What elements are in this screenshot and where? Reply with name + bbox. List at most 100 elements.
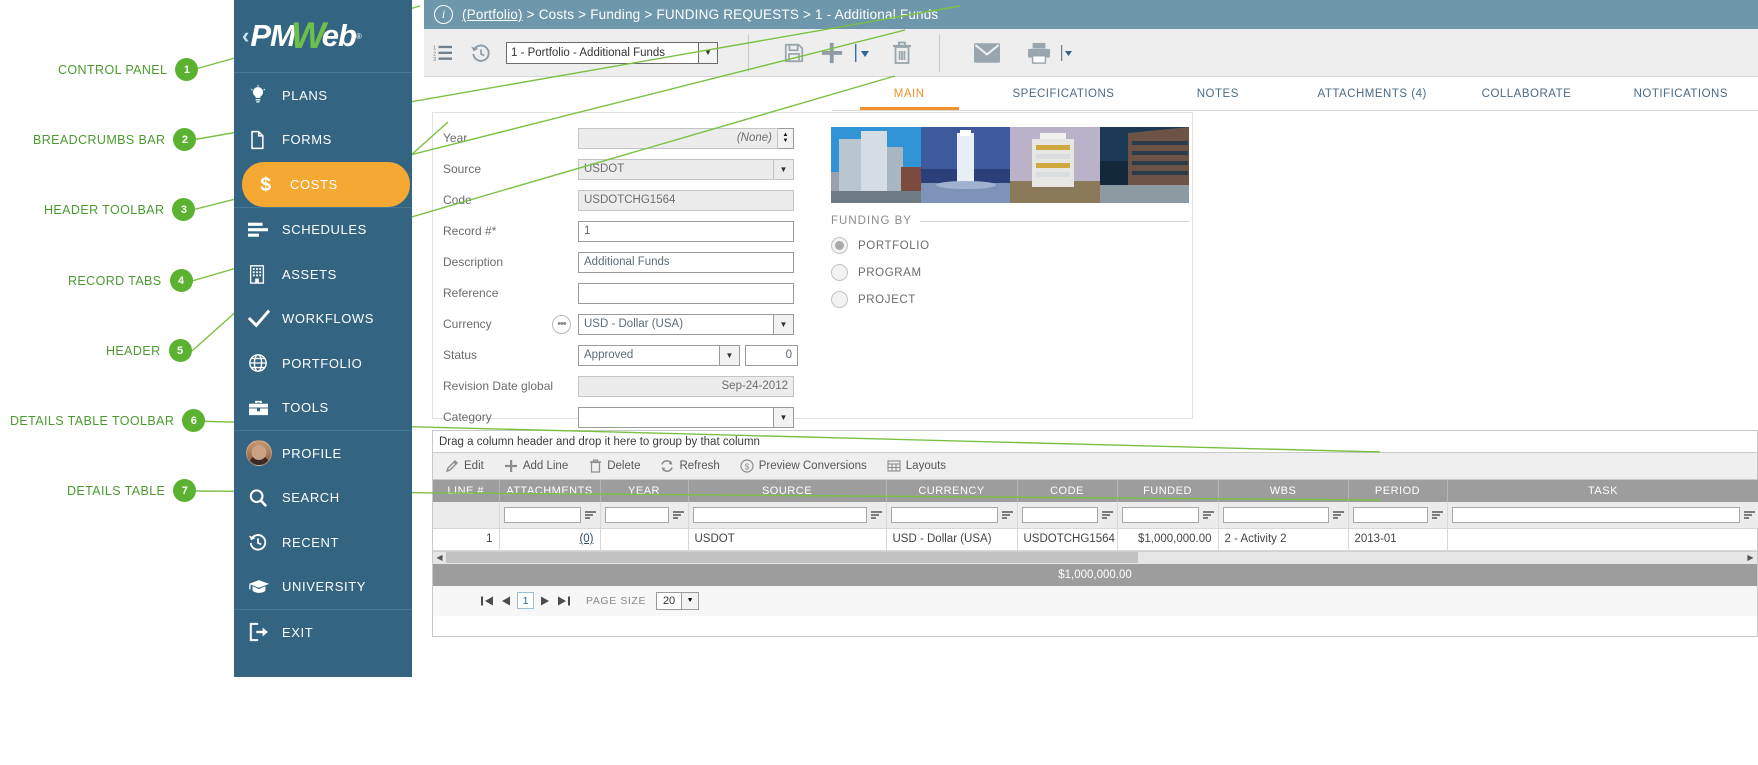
column-header-attachments[interactable]: ATTACHMENTS — [499, 480, 600, 502]
table-row[interactable]: 1 (0) USDOT USD - Dollar (USA) USDOTCHG1… — [433, 528, 1758, 550]
column-header-task[interactable]: TASK — [1447, 480, 1758, 502]
field-control-description[interactable]: Additional Funds — [578, 252, 794, 273]
field-control-source[interactable]: USDOT ▼ — [578, 159, 794, 180]
refresh-button[interactable]: Refresh — [656, 459, 735, 473]
year-input[interactable]: (None) — [578, 128, 778, 149]
filter-input[interactable] — [1452, 507, 1740, 523]
field-control-category[interactable]: ▼ — [578, 407, 794, 428]
filter-input[interactable] — [1353, 507, 1428, 523]
print-dropdown-icon[interactable] — [1058, 30, 1076, 76]
radio-option-portfolio[interactable]: PORTFOLIO — [831, 237, 1189, 254]
filter-icon[interactable] — [1203, 511, 1214, 519]
filter-cell-funded[interactable] — [1117, 502, 1218, 528]
filter-icon[interactable] — [1333, 511, 1344, 519]
filter-icon[interactable] — [871, 511, 882, 519]
column-header-period[interactable]: PERIOD — [1348, 480, 1447, 502]
field-control-year[interactable]: (None) ▲▼ — [578, 128, 794, 149]
tab-main[interactable]: MAIN — [832, 77, 986, 110]
layouts-button[interactable]: Layouts — [883, 459, 962, 473]
filter-icon[interactable] — [1102, 511, 1113, 519]
chevron-down-icon[interactable]: ▼ — [720, 345, 740, 366]
group-by-dropzone[interactable]: Drag a column header and drop it here to… — [433, 431, 1011, 453]
add-icon[interactable] — [813, 30, 851, 76]
currency-ellipsis-button[interactable]: ••• — [552, 315, 571, 334]
filter-icon[interactable] — [1002, 511, 1013, 519]
filter-input[interactable] — [693, 507, 867, 523]
filter-cell-currency[interactable] — [886, 502, 1017, 528]
filter-input[interactable] — [1122, 507, 1199, 523]
next-page-icon[interactable] — [540, 595, 551, 607]
edit-button[interactable]: Edit — [441, 459, 500, 473]
chevron-down-icon[interactable]: ▼ — [774, 314, 794, 335]
radio-option-program[interactable]: PROGRAM — [831, 264, 1189, 281]
tab-notifications[interactable]: NOTIFICATIONS — [1604, 77, 1758, 110]
add-dropdown-icon[interactable] — [851, 30, 873, 76]
field-control-reference[interactable] — [578, 283, 794, 304]
column-header-wbs[interactable]: WBS — [1218, 480, 1348, 502]
page-size-select[interactable]: 20 ▼ — [656, 592, 699, 610]
first-page-icon[interactable] — [481, 595, 494, 607]
breadcrumb-link-portfolio[interactable]: (Portfolio) — [462, 7, 523, 22]
status-number-input[interactable]: 0 — [745, 345, 798, 366]
reference-input[interactable] — [578, 283, 794, 304]
details-table-toolbar[interactable]: Edit Add Line Delete Refresh — [433, 453, 1757, 480]
column-header-funded[interactable]: FUNDED — [1117, 480, 1218, 502]
source-input[interactable]: USDOT — [578, 159, 774, 180]
filter-input[interactable] — [1022, 507, 1098, 523]
scroll-thumb[interactable] — [446, 552, 1138, 563]
preview-conversions-button[interactable]: $ Preview Conversions — [736, 459, 883, 473]
save-icon[interactable] — [775, 30, 813, 76]
filter-icon[interactable] — [673, 511, 684, 519]
column-header-year[interactable]: YEAR — [600, 480, 688, 502]
column-header-currency[interactable]: CURRENCY — [886, 480, 1017, 502]
status-input[interactable]: Approved — [578, 345, 720, 366]
filter-cell-task[interactable] — [1447, 502, 1758, 528]
delete-icon[interactable] — [883, 30, 921, 76]
field-control-status[interactable]: Approved ▼ 0 — [578, 345, 798, 366]
chevron-down-icon[interactable]: ▼ — [774, 159, 794, 180]
delete-button[interactable]: Delete — [584, 459, 656, 473]
prev-page-icon[interactable] — [500, 595, 511, 607]
filter-cell-period[interactable] — [1348, 502, 1447, 528]
filter-icon[interactable] — [1744, 511, 1755, 519]
radio-icon[interactable] — [831, 291, 848, 308]
add-line-button[interactable]: Add Line — [500, 459, 584, 473]
filter-icon[interactable] — [585, 511, 596, 519]
column-header-line[interactable]: LINE # — [433, 480, 499, 502]
scroll-right-arrow-icon[interactable]: ▶ — [1744, 553, 1757, 562]
table-filter-row[interactable] — [433, 502, 1758, 528]
page-size-value[interactable]: 20 — [656, 592, 682, 610]
tab-specifications[interactable]: SPECIFICATIONS — [986, 77, 1140, 110]
filter-input[interactable] — [504, 507, 581, 523]
pagination-bar[interactable]: 1 PAGE SIZE 20 ▼ — [433, 586, 1757, 616]
record-number-input[interactable]: 1 — [578, 221, 794, 242]
filter-cell-wbs[interactable] — [1218, 502, 1348, 528]
currency-input[interactable]: USD - Dollar (USA) — [578, 314, 774, 335]
description-input[interactable]: Additional Funds — [578, 252, 794, 273]
chevron-down-icon[interactable]: ▼ — [698, 43, 717, 63]
filter-cell-code[interactable] — [1017, 502, 1117, 528]
last-page-icon[interactable] — [557, 595, 570, 607]
chevron-down-icon[interactable]: ▼ — [774, 407, 794, 428]
spinner-icon[interactable]: ▲▼ — [778, 128, 794, 149]
filter-icon[interactable] — [1432, 511, 1443, 519]
filter-cell-year[interactable] — [600, 502, 688, 528]
tab-collaborate[interactable]: COLLABORATE — [1449, 77, 1603, 110]
horizontal-scrollbar[interactable]: ◀ ▶ — [433, 551, 1757, 564]
scroll-track[interactable] — [446, 551, 1744, 564]
chevron-down-icon[interactable]: ▼ — [682, 592, 699, 610]
page-number[interactable]: 1 — [517, 592, 534, 609]
column-header-source[interactable]: SOURCE — [688, 480, 886, 502]
filter-input[interactable] — [891, 507, 998, 523]
tab-notes[interactable]: NOTES — [1141, 77, 1295, 110]
category-input[interactable] — [578, 407, 774, 428]
cell-attachments[interactable]: (0) — [499, 528, 600, 550]
radio-icon[interactable] — [831, 264, 848, 281]
filter-input[interactable] — [605, 507, 669, 523]
record-select-dropdown[interactable]: 1 - Portfolio - Additional Funds ▼ — [506, 42, 718, 64]
field-control-currency[interactable]: ••• USD - Dollar (USA) ▼ — [578, 314, 794, 335]
column-header-code[interactable]: CODE — [1017, 480, 1117, 502]
filter-cell-attachments[interactable] — [499, 502, 600, 528]
print-icon[interactable] — [1020, 30, 1058, 76]
tab-attachments[interactable]: ATTACHMENTS (4) — [1295, 77, 1449, 110]
